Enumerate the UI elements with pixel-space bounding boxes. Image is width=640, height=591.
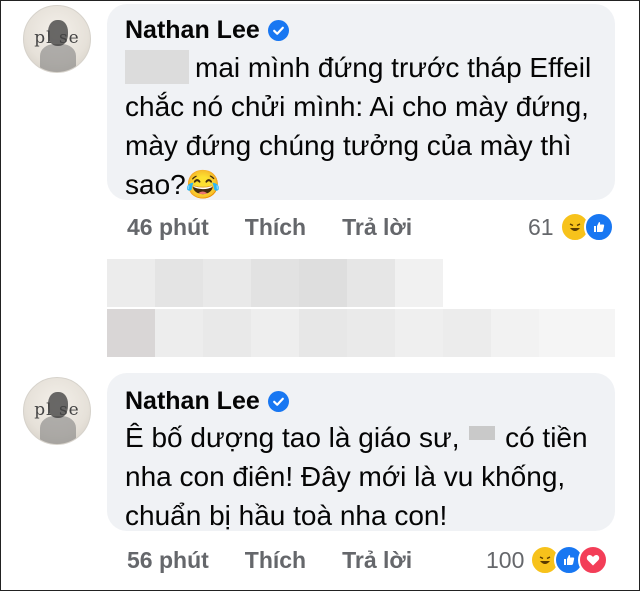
verified-badge-icon: [267, 391, 289, 412]
comment-time[interactable]: 56 phút: [127, 547, 209, 574]
reply-button[interactable]: Trả lời: [342, 547, 412, 574]
avatar[interactable]: pl se: [23, 377, 91, 445]
comment-text: mai mình đứng trước tháp Effeil chắc nó …: [125, 48, 591, 204]
reaction-count: 100: [486, 546, 525, 573]
comment-line: chắc nó chửi mình: Ai cho mày đứng,: [125, 91, 589, 122]
comment-line: chuẩn bị hầu toà nha con!: [125, 500, 448, 531]
avatar-figure: [40, 416, 76, 444]
verified-badge-icon: [267, 20, 289, 41]
comment-line: Ê bố dượng tao là giáo sư, có tiền: [125, 422, 588, 453]
author-name[interactable]: Nathan Lee: [125, 16, 260, 45]
comment-actions: 56 phút Thích Trả lời: [127, 547, 448, 574]
reaction-count: 61: [528, 213, 554, 240]
comment-line: sao?😂: [125, 169, 221, 200]
comment-line: nha con điên! Đây mới là vu khống,: [125, 461, 566, 492]
redacted-comment-mosaic: [107, 259, 615, 359]
comment-line: mai mình đứng trước tháp Effeil: [125, 48, 591, 87]
comment-time[interactable]: 46 phút: [127, 214, 209, 241]
comment-text: Ê bố dượng tao là giáo sư, có tiền nha c…: [125, 418, 588, 535]
avatar-text: pl se: [34, 28, 80, 48]
avatar[interactable]: pl se: [23, 5, 91, 73]
reply-button[interactable]: Trả lời: [342, 214, 412, 241]
like-icon: [583, 212, 614, 242]
reaction-summary[interactable]: 100: [486, 545, 609, 575]
author-row: Nathan Lee: [125, 16, 289, 45]
comment-bubble: Nathan Lee mai mình đứng trước tháp Effe…: [107, 4, 615, 200]
redacted-mention: [125, 49, 189, 84]
like-button[interactable]: Thích: [245, 214, 306, 241]
author-name[interactable]: Nathan Lee: [125, 387, 260, 416]
avatar-figure: [40, 44, 76, 72]
comment-actions: 46 phút Thích Trả lời: [127, 214, 448, 241]
reaction-summary[interactable]: 61: [528, 212, 614, 242]
avatar-text: pl se: [34, 400, 80, 420]
comment-bubble: Nathan Lee Ê bố dượng tao là giáo sư, có…: [107, 373, 615, 531]
like-button[interactable]: Thích: [245, 547, 306, 574]
author-row: Nathan Lee: [125, 387, 289, 416]
love-icon: [578, 545, 609, 575]
redacted-word: [469, 426, 496, 440]
comment-line: mày đứng chúng tưởng của mày thì: [125, 130, 572, 161]
